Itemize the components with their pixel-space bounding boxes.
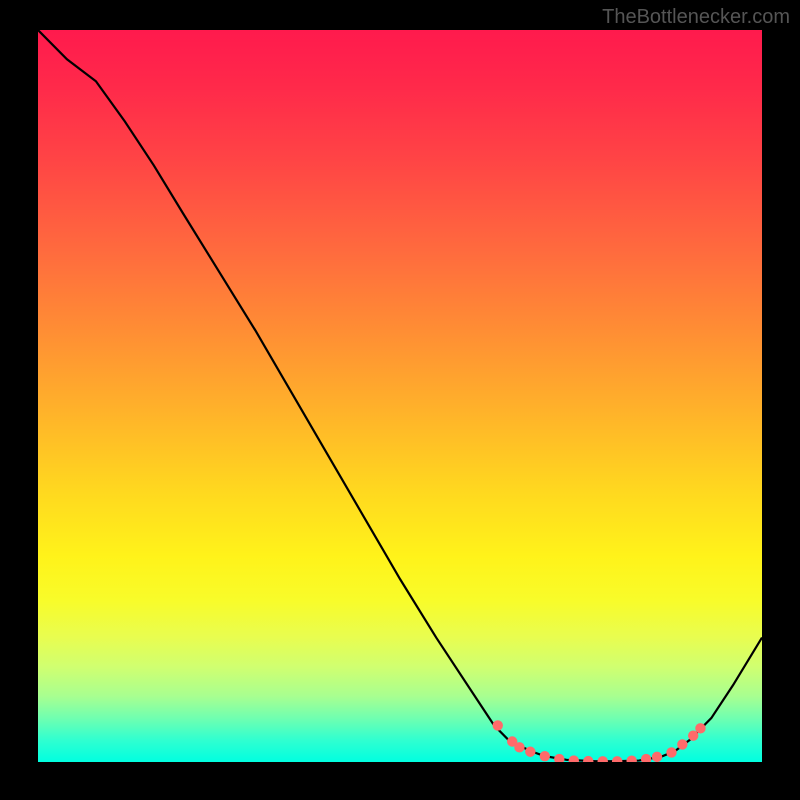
- data-marker: [569, 755, 579, 762]
- bottleneck-curve-line: [38, 30, 762, 761]
- data-marker: [554, 754, 564, 762]
- data-marker: [525, 747, 535, 757]
- data-marker: [626, 755, 636, 762]
- chart-plot-area: [38, 30, 762, 762]
- attribution-text: TheBottlenecker.com: [602, 6, 790, 29]
- data-marker: [652, 752, 662, 762]
- data-marker: [695, 723, 705, 733]
- data-marker: [583, 756, 593, 762]
- data-markers-group: [493, 720, 706, 762]
- data-marker: [514, 742, 524, 752]
- data-marker: [540, 751, 550, 761]
- data-marker: [612, 756, 622, 762]
- chart-svg: [38, 30, 762, 762]
- data-marker: [641, 754, 651, 762]
- data-marker: [677, 739, 687, 749]
- data-marker: [666, 747, 676, 757]
- data-marker: [598, 756, 608, 762]
- data-marker: [493, 720, 503, 730]
